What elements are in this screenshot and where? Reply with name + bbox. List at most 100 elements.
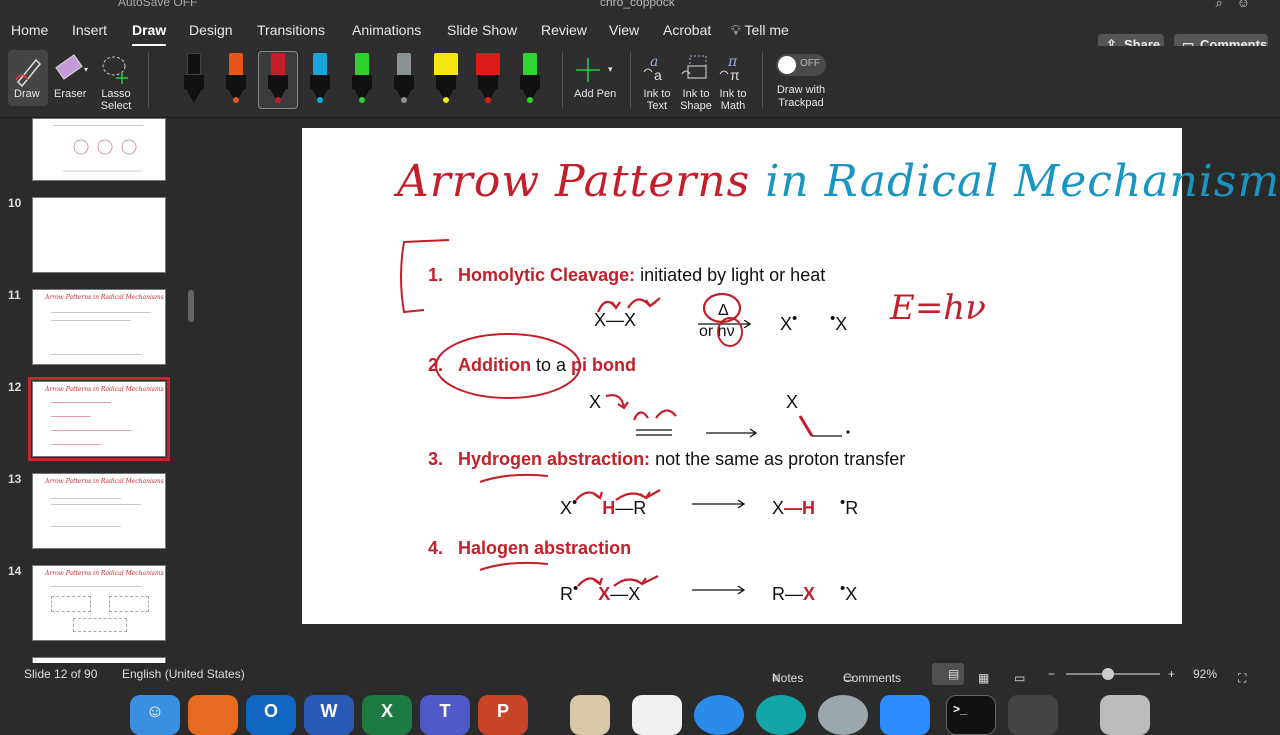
- ink-to-text-button[interactable]: aa: [642, 52, 672, 85]
- pen-orange[interactable]: [222, 53, 250, 105]
- tab-view[interactable]: View: [609, 22, 639, 38]
- eraser-icon: ▾: [55, 54, 88, 80]
- ink-underline: [479, 561, 549, 571]
- grid-view-icon: ▦: [978, 671, 990, 685]
- terminal-icon[interactable]: >_: [946, 695, 996, 735]
- item-addition: 2. Addition to a pi bond: [428, 355, 636, 376]
- thumb-line: [51, 498, 121, 499]
- thumb-box: [73, 618, 127, 632]
- tab-animations[interactable]: Animations: [352, 22, 421, 38]
- tab-home[interactable]: Home: [11, 22, 48, 38]
- pen-cyan[interactable]: [306, 53, 334, 105]
- zoom-app-icon[interactable]: [880, 695, 930, 735]
- add-pen-button[interactable]: ▾: [572, 54, 618, 91]
- normal-view-button[interactable]: ▤: [932, 663, 964, 685]
- slide-number: 11: [8, 288, 21, 302]
- pen-green[interactable]: [348, 53, 376, 105]
- svg-text:▾: ▾: [84, 65, 88, 74]
- tab-transitions[interactable]: Transitions: [257, 22, 325, 38]
- item-number: 4.: [428, 538, 444, 558]
- thumb-title: Arrow Patterns in Radical Mechanisms: [45, 386, 164, 393]
- autosave-state: OFF: [173, 0, 198, 9]
- pen-draw-icon: [15, 58, 42, 88]
- highlighter-red[interactable]: [474, 53, 502, 105]
- pen-black[interactable]: [180, 53, 208, 105]
- tab-slide-show[interactable]: Slide Show: [447, 22, 517, 38]
- tab-tell-me[interactable]: 💡︎ Tell me: [731, 22, 789, 39]
- eraser-button[interactable]: ▾: [52, 50, 92, 90]
- slide-thumbnail-9[interactable]: [32, 118, 166, 181]
- item-rest: not the same as proton transfer: [650, 449, 906, 469]
- thumb-line: [51, 444, 101, 445]
- tab-review[interactable]: Review: [541, 22, 587, 38]
- highlighter-green[interactable]: [516, 53, 544, 105]
- rxn3-product-h: H: [802, 498, 816, 518]
- search-icon[interactable]: ⌕: [1215, 0, 1236, 10]
- divider: [630, 52, 631, 108]
- svg-text:a: a: [654, 67, 662, 82]
- teams-icon[interactable]: T: [420, 695, 470, 735]
- safari-icon[interactable]: [694, 695, 744, 735]
- sidebar-scrollbar[interactable]: [188, 290, 194, 322]
- trackpad-toggle[interactable]: OFF: [776, 54, 826, 76]
- tab-design[interactable]: Design: [189, 22, 233, 38]
- svg-text:π: π: [730, 67, 740, 82]
- document-title: chro_coppock: [600, 0, 675, 9]
- zoom-slider-knob[interactable]: [1102, 668, 1114, 680]
- excel-icon[interactable]: X: [362, 695, 412, 735]
- slide-number: 13: [8, 472, 22, 486]
- thumb-line: [51, 320, 131, 321]
- ink-to-shape-button[interactable]: [680, 52, 712, 85]
- reaction-arrow: [692, 585, 746, 595]
- item-key: Homolytic Cleavage:: [458, 265, 636, 285]
- thumb-diagram: [63, 139, 143, 172]
- pen-red[interactable]: [264, 53, 292, 105]
- language-indicator[interactable]: English (United States): [122, 667, 245, 681]
- item-key2: pi bond: [571, 355, 637, 375]
- presenter-icon: ▭: [1014, 671, 1026, 685]
- ink-arrows-rxn3: [575, 489, 661, 501]
- word-icon[interactable]: W: [304, 695, 354, 735]
- ink-circle-conditions: [702, 292, 743, 347]
- autosave-label[interactable]: AutoSave OFF: [118, 0, 197, 9]
- user-icon[interactable]: ☺: [1237, 0, 1264, 10]
- tab-draw[interactable]: Draw: [132, 22, 167, 47]
- slide-thumbnail-13[interactable]: Arrow Patterns in Radical Mechanisms: [32, 473, 166, 549]
- slide-thumbnail-11[interactable]: Arrow Patterns in Radical Mechanisms: [32, 289, 166, 365]
- rxn3-product-r: R: [845, 498, 859, 518]
- lightbulb-icon: 💡︎: [731, 22, 741, 38]
- tex-icon[interactable]: [818, 695, 868, 735]
- rxn4-product: R—X •X: [772, 580, 858, 604]
- tab-acrobat[interactable]: Acrobat: [663, 22, 711, 38]
- pen-gray[interactable]: [390, 53, 418, 105]
- ink-to-math-button[interactable]: ππ: [718, 52, 748, 85]
- outlook-icon[interactable]: O: [246, 695, 296, 735]
- autosave-text: AutoSave: [118, 0, 171, 9]
- lasso-button[interactable]: [98, 50, 134, 90]
- pencil-app-icon[interactable]: [570, 695, 610, 735]
- slide-thumbnail-10[interactable]: [32, 197, 166, 273]
- music-icon[interactable]: [632, 695, 682, 735]
- powerpoint-icon[interactable]: P: [478, 695, 528, 735]
- finder-icon[interactable]: ☺: [130, 695, 180, 735]
- trash-icon[interactable]: [1100, 695, 1150, 735]
- highlighter-yellow[interactable]: [432, 53, 460, 105]
- slide-counter: Slide 12 of 90: [24, 667, 98, 681]
- tab-insert[interactable]: Insert: [72, 22, 107, 38]
- firefox-icon[interactable]: [188, 695, 238, 735]
- app-icon[interactable]: [1008, 695, 1058, 735]
- zoom-out-button[interactable]: −: [1048, 667, 1055, 681]
- slide-thumbnail-14[interactable]: Arrow Patterns in Radical Mechanisms: [32, 565, 166, 641]
- slides-panel: 10 11 Arrow Patterns in Radical Mechanis…: [0, 118, 196, 665]
- arduino-icon[interactable]: [756, 695, 806, 735]
- zoom-in-button[interactable]: +: [1168, 667, 1175, 681]
- macos-dock: ☺ O W X T P >_: [0, 685, 1280, 735]
- fit-icon: ⛶: [1238, 671, 1247, 685]
- ink-to-shape-icon: [681, 55, 707, 79]
- slide-canvas[interactable]: Arrow Patterns in Radical Mechanisms 1. …: [302, 128, 1280, 624]
- zoom-level[interactable]: 92%: [1193, 667, 1217, 681]
- slide-thumbnail-12[interactable]: Arrow Patterns in Radical Mechanisms: [28, 377, 170, 461]
- normal-view-icon: ▤: [948, 667, 960, 681]
- plus-icon: ▾: [576, 58, 613, 82]
- thumb-line: [53, 125, 143, 126]
